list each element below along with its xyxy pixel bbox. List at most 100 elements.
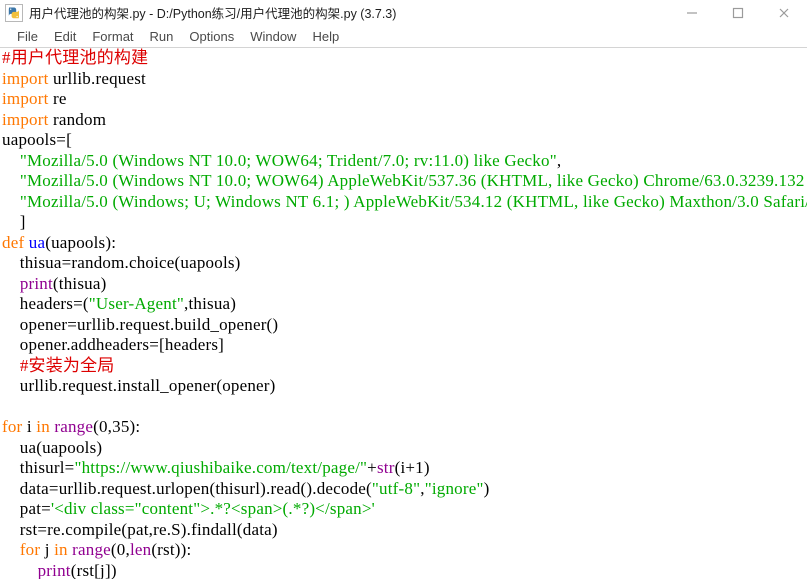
- code-token-plain: random: [49, 110, 107, 129]
- code-token-string: "Mozilla/5.0 (Windows; U; Windows NT 6.1…: [20, 192, 807, 211]
- code-line: headers=("User-Agent",thisua): [2, 294, 807, 315]
- code-token-keyword: import: [2, 69, 49, 88]
- code-token-plain: [2, 356, 20, 375]
- code-line: "Mozilla/5.0 (Windows NT 10.0; WOW64; Tr…: [2, 151, 807, 172]
- code-token-plain: [2, 192, 20, 211]
- code-token-string: "ignore": [425, 479, 484, 498]
- code-token-plain: opener.addheaders=[headers]: [2, 335, 224, 354]
- code-token-plain: [2, 171, 20, 190]
- code-token-plain: ]: [2, 212, 26, 231]
- code-token-string: "User-Agent": [89, 294, 184, 313]
- code-token-builtin: str: [377, 458, 395, 477]
- code-line: opener=urllib.request.build_opener(): [2, 315, 807, 336]
- code-line: print(thisua): [2, 274, 807, 295]
- code-token-string: '<div class="content">.*?<span>(.*?)</sp…: [51, 499, 375, 518]
- code-token-keyword: in: [54, 540, 68, 559]
- window-controls: [669, 0, 807, 25]
- code-token-comment: #安装为全局: [20, 356, 115, 375]
- code-line: opener.addheaders=[headers]: [2, 335, 807, 356]
- close-button[interactable]: [761, 0, 807, 25]
- code-content: #用户代理池的构建import urllib.requestimport rei…: [2, 48, 807, 579]
- code-line: thisua=random.choice(uapools): [2, 253, 807, 274]
- code-token-plain: i: [22, 417, 36, 436]
- code-token-plain: urllib.request: [49, 69, 146, 88]
- code-line: ua(uapools): [2, 438, 807, 459]
- code-token-string: "Mozilla/5.0 (Windows NT 10.0; WOW64) Ap…: [20, 171, 807, 190]
- code-line: ]: [2, 212, 807, 233]
- menu-item-run[interactable]: Run: [142, 26, 182, 47]
- code-token-string: "utf-8": [372, 479, 420, 498]
- code-token-plain: rst=re.compile(pat,re.S).findall(data): [2, 520, 278, 539]
- code-line: import re: [2, 89, 807, 110]
- code-token-plain: ua(uapools): [2, 438, 102, 457]
- code-editor[interactable]: #用户代理池的构建import urllib.requestimport rei…: [0, 48, 807, 579]
- code-token-keyword: import: [2, 89, 49, 108]
- menu-item-format[interactable]: Format: [84, 26, 141, 47]
- code-line: for i in range(0,35):: [2, 417, 807, 438]
- code-token-plain: (thisua): [53, 274, 107, 293]
- code-token-plain: ): [484, 479, 490, 498]
- code-line: data=urllib.request.urlopen(thisurl).rea…: [2, 479, 807, 500]
- python-idle-icon: [5, 4, 23, 22]
- code-token-plain: urllib.request.install_opener(opener): [2, 376, 276, 395]
- code-token-plain: uapools=[: [2, 130, 72, 149]
- code-line: print(rst[j]): [2, 561, 807, 579]
- code-token-plain: (rst)):: [151, 540, 191, 559]
- code-line: "Mozilla/5.0 (Windows; U; Windows NT 6.1…: [2, 192, 807, 213]
- code-line: "Mozilla/5.0 (Windows NT 10.0; WOW64) Ap…: [2, 171, 807, 192]
- code-token-plain: [2, 151, 20, 170]
- menu-bar: FileEditFormatRunOptionsWindowHelp: [0, 26, 807, 48]
- code-token-plain: (i+1): [395, 458, 430, 477]
- code-token-plain: (rst[j]): [71, 561, 117, 579]
- code-token-plain: opener=urllib.request.build_opener(): [2, 315, 278, 334]
- code-token-plain: [2, 274, 20, 293]
- code-token-string: "Mozilla/5.0 (Windows NT 10.0; WOW64; Tr…: [20, 151, 557, 170]
- code-token-keyword: for: [2, 417, 22, 436]
- code-line: rst=re.compile(pat,re.S).findall(data): [2, 520, 807, 541]
- menu-item-window[interactable]: Window: [242, 26, 304, 47]
- menu-item-edit[interactable]: Edit: [46, 26, 84, 47]
- menu-item-file[interactable]: File: [9, 26, 46, 47]
- maximize-button[interactable]: [715, 0, 761, 25]
- code-token-builtin: print: [20, 274, 53, 293]
- window-title: 用户代理池的构架.py - D:/Python练习/用户代理池的构架.py (3…: [29, 3, 396, 22]
- code-token-keyword: for: [20, 540, 40, 559]
- code-token-defname: ua: [29, 233, 45, 252]
- code-token-plain: (0,: [111, 540, 130, 559]
- code-token-comment: #用户代理池的构建: [2, 48, 148, 67]
- code-line: import random: [2, 110, 807, 131]
- code-token-builtin: print: [38, 561, 71, 579]
- code-token-string: "https://www.qiushibaike.com/text/page/": [74, 458, 367, 477]
- code-line: urllib.request.install_opener(opener): [2, 376, 807, 397]
- code-line: def ua(uapools):: [2, 233, 807, 254]
- code-token-plain: pat=: [2, 499, 51, 518]
- title-bar: 用户代理池的构架.py - D:/Python练习/用户代理池的构架.py (3…: [0, 0, 807, 26]
- code-token-builtin: range: [72, 540, 111, 559]
- code-token-keyword: import: [2, 110, 49, 129]
- menu-item-options[interactable]: Options: [181, 26, 242, 47]
- code-token-keyword: in: [36, 417, 50, 436]
- code-token-plain: [2, 540, 20, 559]
- code-token-builtin: range: [54, 417, 93, 436]
- code-line: import urllib.request: [2, 69, 807, 90]
- menu-item-help[interactable]: Help: [304, 26, 347, 47]
- code-token-plain: data=urllib.request.urlopen(thisurl).rea…: [2, 479, 372, 498]
- code-token-plain: (uapools):: [45, 233, 116, 252]
- minimize-button[interactable]: [669, 0, 715, 25]
- code-token-plain: thisurl=: [2, 458, 74, 477]
- code-token-plain: +: [367, 458, 377, 477]
- code-token-plain: (0,35):: [93, 417, 140, 436]
- code-line: uapools=[: [2, 130, 807, 151]
- code-token-plain: headers=(: [2, 294, 89, 313]
- code-line: [2, 397, 807, 418]
- code-line: #安装为全局: [2, 356, 807, 377]
- code-token-plain: j: [40, 540, 54, 559]
- code-line: #用户代理池的构建: [2, 48, 807, 69]
- code-token-plain: thisua=random.choice(uapools): [2, 253, 241, 272]
- code-line: for j in range(0,len(rst)):: [2, 540, 807, 561]
- code-token-plain: ,: [557, 151, 561, 170]
- code-line: pat='<div class="content">.*?<span>(.*?)…: [2, 499, 807, 520]
- code-token-plain: re: [49, 89, 67, 108]
- code-token-builtin: len: [130, 540, 151, 559]
- code-token-keyword: def: [2, 233, 24, 252]
